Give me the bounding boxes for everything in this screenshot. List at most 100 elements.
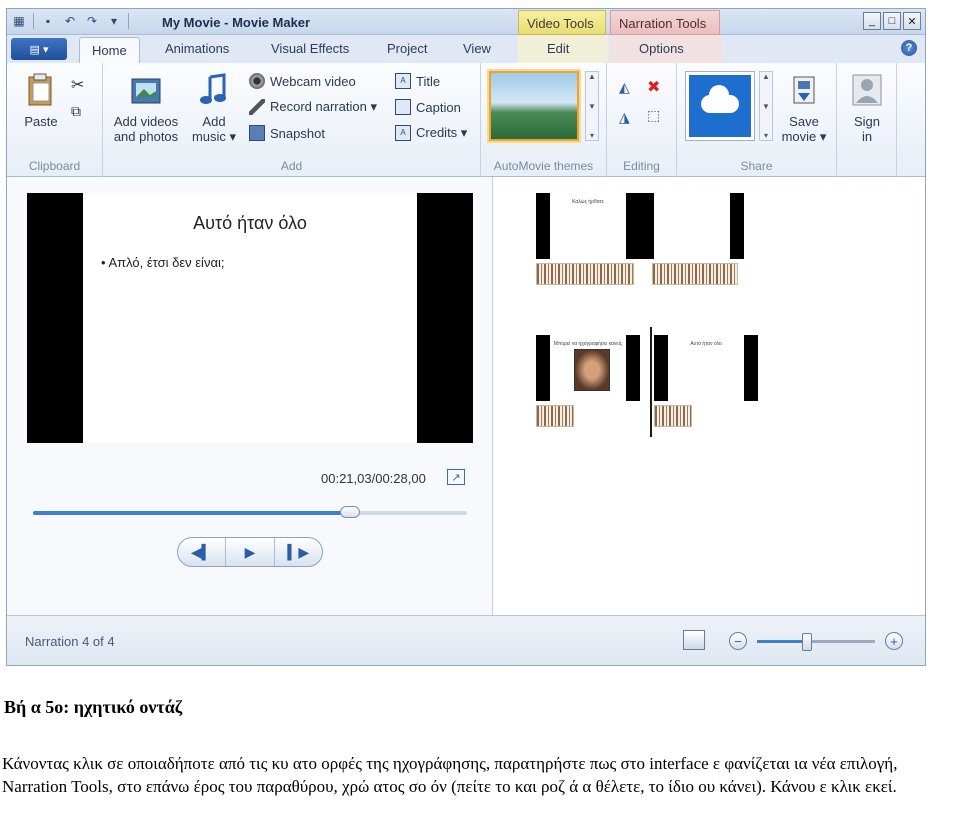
share-down-icon[interactable]: ▼ (762, 102, 770, 111)
playhead[interactable] (650, 327, 652, 437)
zoom-out-button[interactable]: − (729, 632, 747, 650)
remove-icon[interactable]: ✖ (647, 77, 660, 97)
narration-clip-2[interactable] (652, 263, 738, 285)
automovie-theme-thumbnail[interactable] (489, 71, 579, 141)
add-videos-label-2: and photos (113, 129, 179, 144)
seek-bar[interactable] (33, 506, 467, 518)
tab-project[interactable]: Project (387, 41, 427, 56)
narration-clip-3[interactable] (536, 405, 574, 427)
app-icon[interactable]: ▦ (11, 13, 27, 29)
snapshot-button[interactable]: Snapshot (249, 125, 325, 141)
share-group-label: Share (740, 159, 773, 173)
paste-icon (28, 73, 52, 106)
file-menu-button[interactable]: ▤ ▾ (11, 38, 67, 60)
credits-label: Credits ▾ (416, 125, 468, 140)
paste-button[interactable]: Paste (21, 73, 61, 129)
add-group: Add videos and photos Add music ▾ Webcam… (103, 63, 481, 177)
credits-button[interactable]: A Credits ▾ (395, 125, 467, 141)
cut-icon[interactable]: ✂ (71, 75, 84, 95)
document-paragraph: Κάνοντας κλικ σε οποιαδήποτε από τις κυ … (2, 754, 898, 796)
tab-visual-effects[interactable]: Visual Effects (271, 41, 349, 56)
sign-in-button[interactable]: Sign in (845, 73, 889, 144)
webcam-video-button[interactable]: Webcam video (249, 73, 356, 89)
clipboard-group: Paste ✂ ⧉ Clipboard (7, 63, 103, 177)
narration-clip-4[interactable] (654, 405, 692, 427)
previous-frame-button[interactable]: ◀▍ (178, 538, 227, 566)
onedrive-share-thumbnail[interactable] (685, 71, 755, 141)
minimize-button[interactable]: _ (863, 12, 881, 30)
gallery-up-icon[interactable]: ▲ (588, 72, 596, 81)
save-movie-label-2: movie ▾ (781, 129, 827, 144)
rotate-left-icon[interactable]: ◭ (619, 79, 630, 96)
music-note-icon (200, 73, 226, 104)
storyboard-pane: Καλώς ήρθατε Μπορεί να ηχογραφήσει κανεί… (494, 177, 925, 615)
tab-view[interactable]: View (463, 41, 491, 56)
title-button[interactable]: A Title (395, 73, 440, 89)
context-header-video-tools: Video Tools (518, 10, 606, 35)
qat-customize-icon[interactable]: ▾ (106, 13, 122, 29)
save-movie-label-1: Save (789, 114, 819, 129)
storyboard-clip-1[interactable]: Καλώς ήρθατε (536, 193, 640, 259)
save-movie-button[interactable]: Save movie ▾ (779, 73, 829, 144)
zoom-in-button[interactable]: + (885, 632, 903, 650)
rotate-right-icon[interactable]: ◮ (619, 109, 630, 126)
play-button[interactable]: ▶ (226, 538, 275, 566)
add-videos-photos-button[interactable]: Add videos and photos (109, 73, 183, 144)
help-icon[interactable]: ? (901, 40, 917, 56)
share-up-icon[interactable]: ▲ (762, 72, 770, 81)
add-music-button[interactable]: Add music ▾ (191, 73, 237, 144)
sign-in-group: Sign in (837, 63, 897, 177)
fullscreen-button[interactable]: ↗ (447, 469, 465, 485)
automovie-themes-group: ▲ ▼ ▾ AutoMovie themes (481, 63, 607, 177)
title-label: Title (416, 73, 441, 89)
user-icon (852, 74, 882, 106)
title-icon: A (395, 73, 411, 89)
save-icon[interactable]: ▪ (40, 13, 56, 29)
add-group-label: Add (280, 159, 303, 173)
copy-icon[interactable]: ⧉ (71, 103, 81, 120)
tab-options[interactable]: Options (639, 41, 684, 56)
add-videos-label-1: Add videos (113, 114, 179, 129)
share-more-icon[interactable]: ▾ (764, 131, 768, 140)
themes-gallery-scroll[interactable]: ▲ ▼ ▾ (585, 71, 599, 141)
redo-icon[interactable]: ↷ (84, 13, 100, 29)
caption-button[interactable]: Caption (395, 99, 461, 115)
maximize-button[interactable]: □ (883, 12, 901, 30)
gallery-down-icon[interactable]: ▼ (588, 102, 596, 111)
preview-monitor[interactable]: Αυτό ήταν όλο • Απλό, έτσι δεν είναι; (27, 193, 473, 443)
seek-bar-thumb[interactable] (339, 506, 360, 518)
title-bar: ▦ ▪ ↶ ↷ ▾ My Movie - Movie Maker Video T… (7, 9, 925, 35)
seek-bar-fill (33, 511, 350, 515)
thumbnail-size-icon[interactable] (683, 630, 705, 650)
undo-icon[interactable]: ↶ (62, 13, 78, 29)
clipboard-group-label: Clipboard (28, 159, 81, 173)
tab-home[interactable]: Home (79, 37, 140, 64)
clip-3-title: Μπορεί να ηχογραφήσει κανείς (553, 341, 623, 347)
tab-animations[interactable]: Animations (165, 41, 229, 56)
narration-clip-1[interactable] (536, 263, 634, 285)
snapshot-label: Snapshot (270, 125, 325, 141)
tab-edit[interactable]: Edit (547, 41, 569, 56)
status-bar: Narration 4 of 4 − + (7, 615, 925, 665)
webcam-video-label: Webcam video (270, 73, 356, 89)
window-controls: _ □ ✕ (863, 12, 921, 30)
zoom-slider-fill (757, 640, 807, 643)
zoom-slider-thumb[interactable] (801, 633, 812, 651)
save-movie-icon (793, 76, 815, 104)
preview-slide-bullet: • Απλό, έτσι δεν είναι; (101, 255, 225, 270)
ribbon-tab-row: ▤ ▾ Home Animations Visual Effects Proje… (7, 35, 925, 64)
record-narration-button[interactable]: Record narration ▾ (249, 99, 377, 115)
next-frame-button[interactable]: ▍▶ (275, 538, 322, 566)
storyboard-clip-4[interactable]: Αυτό ήταν όλο (654, 335, 758, 401)
playback-controls: ◀▍ ▶ ▍▶ (177, 537, 323, 567)
close-button[interactable]: ✕ (903, 12, 921, 30)
zoom-slider[interactable] (757, 633, 875, 651)
share-gallery-scroll[interactable]: ▲ ▼ ▾ (759, 71, 773, 141)
storyboard-clip-3[interactable]: Μπορεί να ηχογραφήσει κανείς (536, 335, 640, 401)
preview-slide: Αυτό ήταν όλο • Απλό, έτσι δεν είναι; (83, 193, 417, 443)
select-all-icon[interactable]: ⬚ (647, 107, 660, 124)
main-area: Αυτό ήταν όλο • Απλό, έτσι δεν είναι; 00… (7, 177, 925, 615)
gallery-more-icon[interactable]: ▾ (590, 131, 594, 140)
expand-icon: ↗ (451, 471, 461, 484)
storyboard-clip-2[interactable] (640, 193, 744, 259)
